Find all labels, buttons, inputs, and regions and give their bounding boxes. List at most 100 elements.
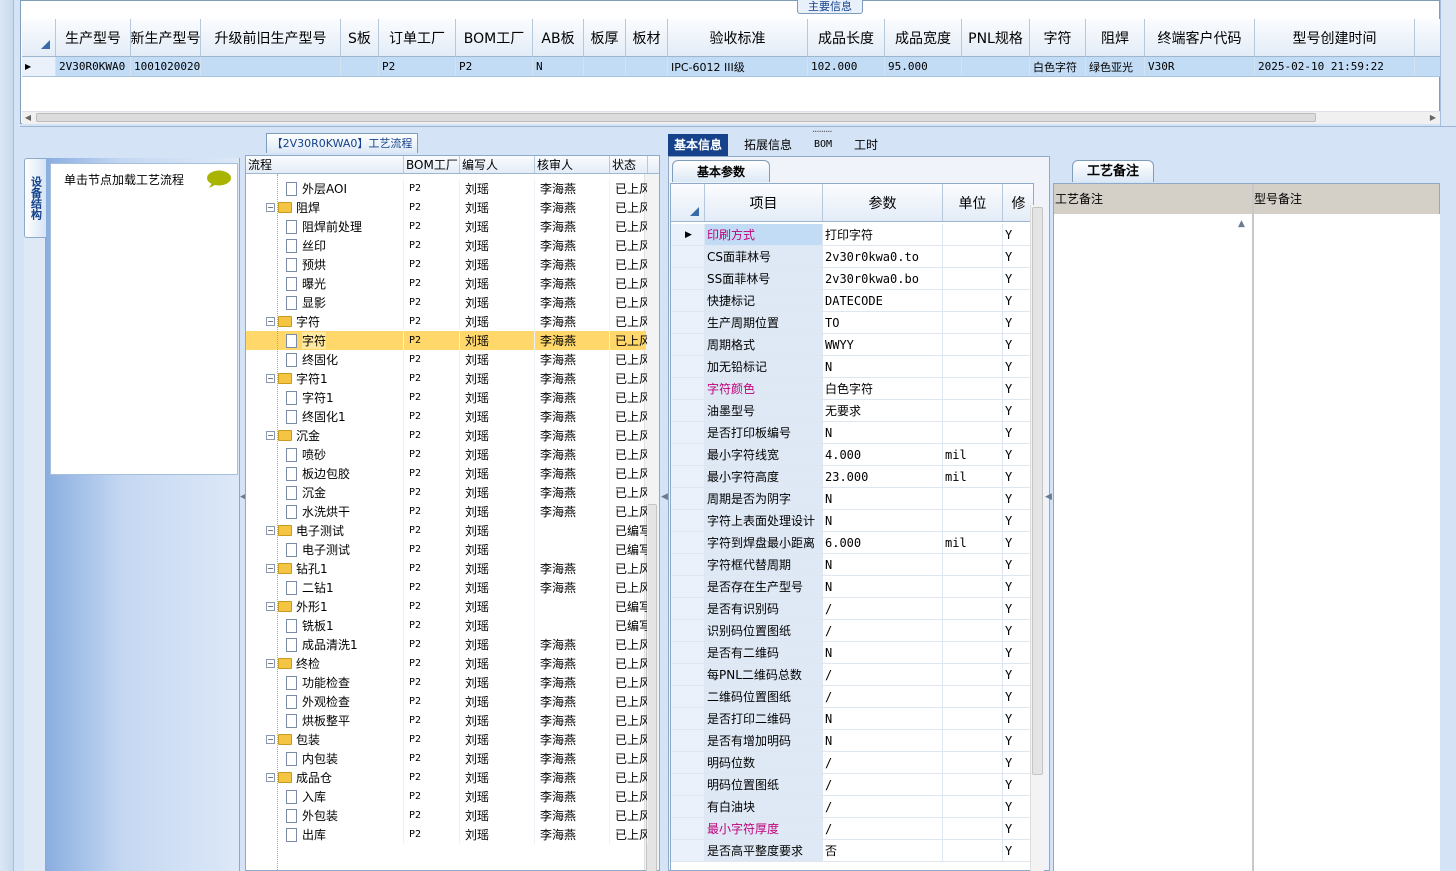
- param-row-indicator[interactable]: [671, 268, 705, 289]
- column-header[interactable]: BOM工厂: [456, 19, 533, 56]
- speech-bubble-icon[interactable]: [206, 170, 232, 188]
- cell[interactable]: 2025-02-10 21:59:22: [1255, 57, 1415, 76]
- tree-row[interactable]: 水洗烘干 P2 刘瑶 李海燕 已上风: [246, 502, 648, 521]
- param-value[interactable]: TO: [823, 312, 943, 333]
- params-scroll-thumb[interactable]: [1032, 207, 1043, 775]
- cell[interactable]: N: [533, 57, 584, 76]
- tree-column-header[interactable]: 状态: [610, 156, 648, 173]
- param-row[interactable]: 识别码位置图纸 / Y: [671, 620, 1033, 642]
- tree-row[interactable]: − 字符 P2 刘瑶 李海燕 已上风: [246, 312, 648, 331]
- cell[interactable]: 绿色亚光: [1086, 57, 1145, 76]
- tree-row[interactable]: − 包装 P2 刘瑶 李海燕 已上风: [246, 730, 648, 749]
- main-info-hscrollbar[interactable]: ◀ ▶: [22, 111, 1440, 124]
- cell[interactable]: 102.000: [808, 57, 885, 76]
- param-row-indicator[interactable]: [671, 708, 705, 729]
- param-value[interactable]: N: [823, 422, 943, 443]
- param-row-indicator[interactable]: [671, 444, 705, 465]
- param-value[interactable]: /: [823, 620, 943, 641]
- param-row[interactable]: 油墨型号 无要求 Y: [671, 400, 1033, 422]
- tree-row[interactable]: − 外形1 P2 刘瑶 已编写: [246, 597, 648, 616]
- param-value[interactable]: N: [823, 510, 943, 531]
- tree-row[interactable]: 板边包胶 P2 刘瑶 李海燕 已上风: [246, 464, 648, 483]
- param-value[interactable]: N: [823, 356, 943, 377]
- tree-row[interactable]: 烘板整平 P2 刘瑶 李海燕 已上风: [246, 711, 648, 730]
- main-info-tab[interactable]: 主要信息: [797, 0, 863, 14]
- param-value[interactable]: DATECODE: [823, 290, 943, 311]
- param-value[interactable]: 2v30r0kwa0.to: [823, 246, 943, 267]
- param-row[interactable]: 是否打印二维码 N Y: [671, 708, 1033, 730]
- param-row[interactable]: 是否打印板编号 N Y: [671, 422, 1033, 444]
- param-value[interactable]: 否: [823, 840, 943, 861]
- param-value[interactable]: /: [823, 598, 943, 619]
- param-value[interactable]: 6.000: [823, 532, 943, 553]
- param-value[interactable]: /: [823, 752, 943, 773]
- param-value[interactable]: /: [823, 774, 943, 795]
- tree-column-header[interactable]: BOM工厂: [404, 156, 460, 173]
- tree-column-header[interactable]: 流程: [246, 156, 404, 173]
- param-row-indicator[interactable]: [671, 730, 705, 751]
- param-row-indicator[interactable]: [671, 378, 705, 399]
- tree-row[interactable]: − 钻孔1 P2 刘瑶 李海燕 已上风: [246, 559, 648, 578]
- tree-column-header[interactable]: 编写人: [460, 156, 535, 173]
- param-row-indicator[interactable]: [671, 796, 705, 817]
- cell[interactable]: [626, 57, 668, 76]
- param-row[interactable]: 最小字符厚度 / Y: [671, 818, 1033, 840]
- param-value[interactable]: N: [823, 730, 943, 751]
- tree-row[interactable]: 二钻1 P2 刘瑶 李海燕 已上风: [246, 578, 648, 597]
- param-value[interactable]: N: [823, 576, 943, 597]
- cell[interactable]: 10010200200050: [131, 57, 201, 76]
- left-edge-splitter[interactable]: [0, 0, 14, 871]
- param-row[interactable]: 字符颜色 白色字符 Y: [671, 378, 1033, 400]
- tree-row[interactable]: 外观检查 P2 刘瑶 李海燕 已上风: [246, 692, 648, 711]
- param-value[interactable]: 2v30r0kwa0.bo: [823, 268, 943, 289]
- column-header[interactable]: 终端客户代码: [1145, 19, 1255, 56]
- param-row[interactable]: 最小字符线宽 4.000 mil Y: [671, 444, 1033, 466]
- tab-basic-info[interactable]: 基本信息: [668, 134, 729, 156]
- tab-equipment-structure[interactable]: 设备结构: [24, 158, 46, 238]
- collapse-node-icon[interactable]: −: [266, 203, 275, 212]
- tree-row[interactable]: 丝印 P2 刘瑶 李海燕 已上风: [246, 236, 648, 255]
- scroll-right-icon[interactable]: ▶: [1427, 112, 1439, 124]
- cell[interactable]: 95.000: [885, 57, 962, 76]
- collapse-node-icon[interactable]: −: [266, 773, 275, 782]
- column-header[interactable]: 验收标准: [668, 19, 808, 56]
- param-row[interactable]: 每PNL二维码总数 / Y: [671, 664, 1033, 686]
- param-row-indicator[interactable]: [671, 620, 705, 641]
- column-header[interactable]: 板厚: [584, 19, 626, 56]
- param-row[interactable]: 是否有二维码 N Y: [671, 642, 1033, 664]
- tree-row[interactable]: − 终检 P2 刘瑶 李海燕 已上风: [246, 654, 648, 673]
- tab-bom[interactable]: BOM: [808, 134, 838, 156]
- column-header[interactable]: 新生产型号: [131, 19, 201, 56]
- model-notes-textarea[interactable]: [1254, 214, 1440, 871]
- column-header[interactable]: 升级前旧生产型号: [201, 19, 341, 56]
- column-header[interactable]: 字符: [1030, 19, 1086, 56]
- param-row-indicator[interactable]: [671, 312, 705, 333]
- cell[interactable]: 白色字符: [1030, 57, 1086, 76]
- tree-row[interactable]: 终固化 P2 刘瑶 李海燕 已上风: [246, 350, 648, 369]
- param-row[interactable]: 字符框代替周期 N Y: [671, 554, 1033, 576]
- column-header[interactable]: 订单工厂: [379, 19, 456, 56]
- tree-row[interactable]: − 沉金 P2 刘瑶 李海燕 已上风: [246, 426, 648, 445]
- tree-row[interactable]: 预烘 P2 刘瑶 李海燕 已上风: [246, 255, 648, 274]
- column-header[interactable]: 型号创建时间: [1255, 19, 1415, 56]
- param-row[interactable]: 快捷标记 DATECODE Y: [671, 290, 1033, 312]
- collapse-middle-icon[interactable]: ◀: [661, 492, 668, 502]
- param-row-indicator[interactable]: [671, 290, 705, 311]
- param-row[interactable]: ▶ 印刷方式 打印字符 Y: [671, 224, 1033, 246]
- param-row[interactable]: CS面菲林号 2v30r0kwa0.to Y: [671, 246, 1033, 268]
- column-header[interactable]: 成品宽度: [885, 19, 962, 56]
- param-row-indicator[interactable]: [671, 246, 705, 267]
- main-info-scroll-thumb[interactable]: [36, 113, 1316, 122]
- scroll-left-icon[interactable]: ◀: [22, 112, 34, 124]
- param-row[interactable]: 周期格式 WWYY Y: [671, 334, 1033, 356]
- param-row[interactable]: 明码位数 / Y: [671, 752, 1033, 774]
- tree-row[interactable]: 成品清洗1 P2 刘瑶 李海燕 已上风: [246, 635, 648, 654]
- tree-row[interactable]: 显影 P2 刘瑶 李海燕 已上风: [246, 293, 648, 312]
- tree-row[interactable]: − 成品仓 P2 刘瑶 李海燕 已上风: [246, 768, 648, 787]
- param-value[interactable]: WWYY: [823, 334, 943, 355]
- collapse-right-icon[interactable]: ◀: [1045, 492, 1052, 502]
- param-value[interactable]: /: [823, 818, 943, 839]
- param-value[interactable]: 打印字符: [823, 224, 943, 245]
- param-row-indicator[interactable]: [671, 576, 705, 597]
- tree-row[interactable]: 电子测试 P2 刘瑶 已编写: [246, 540, 648, 559]
